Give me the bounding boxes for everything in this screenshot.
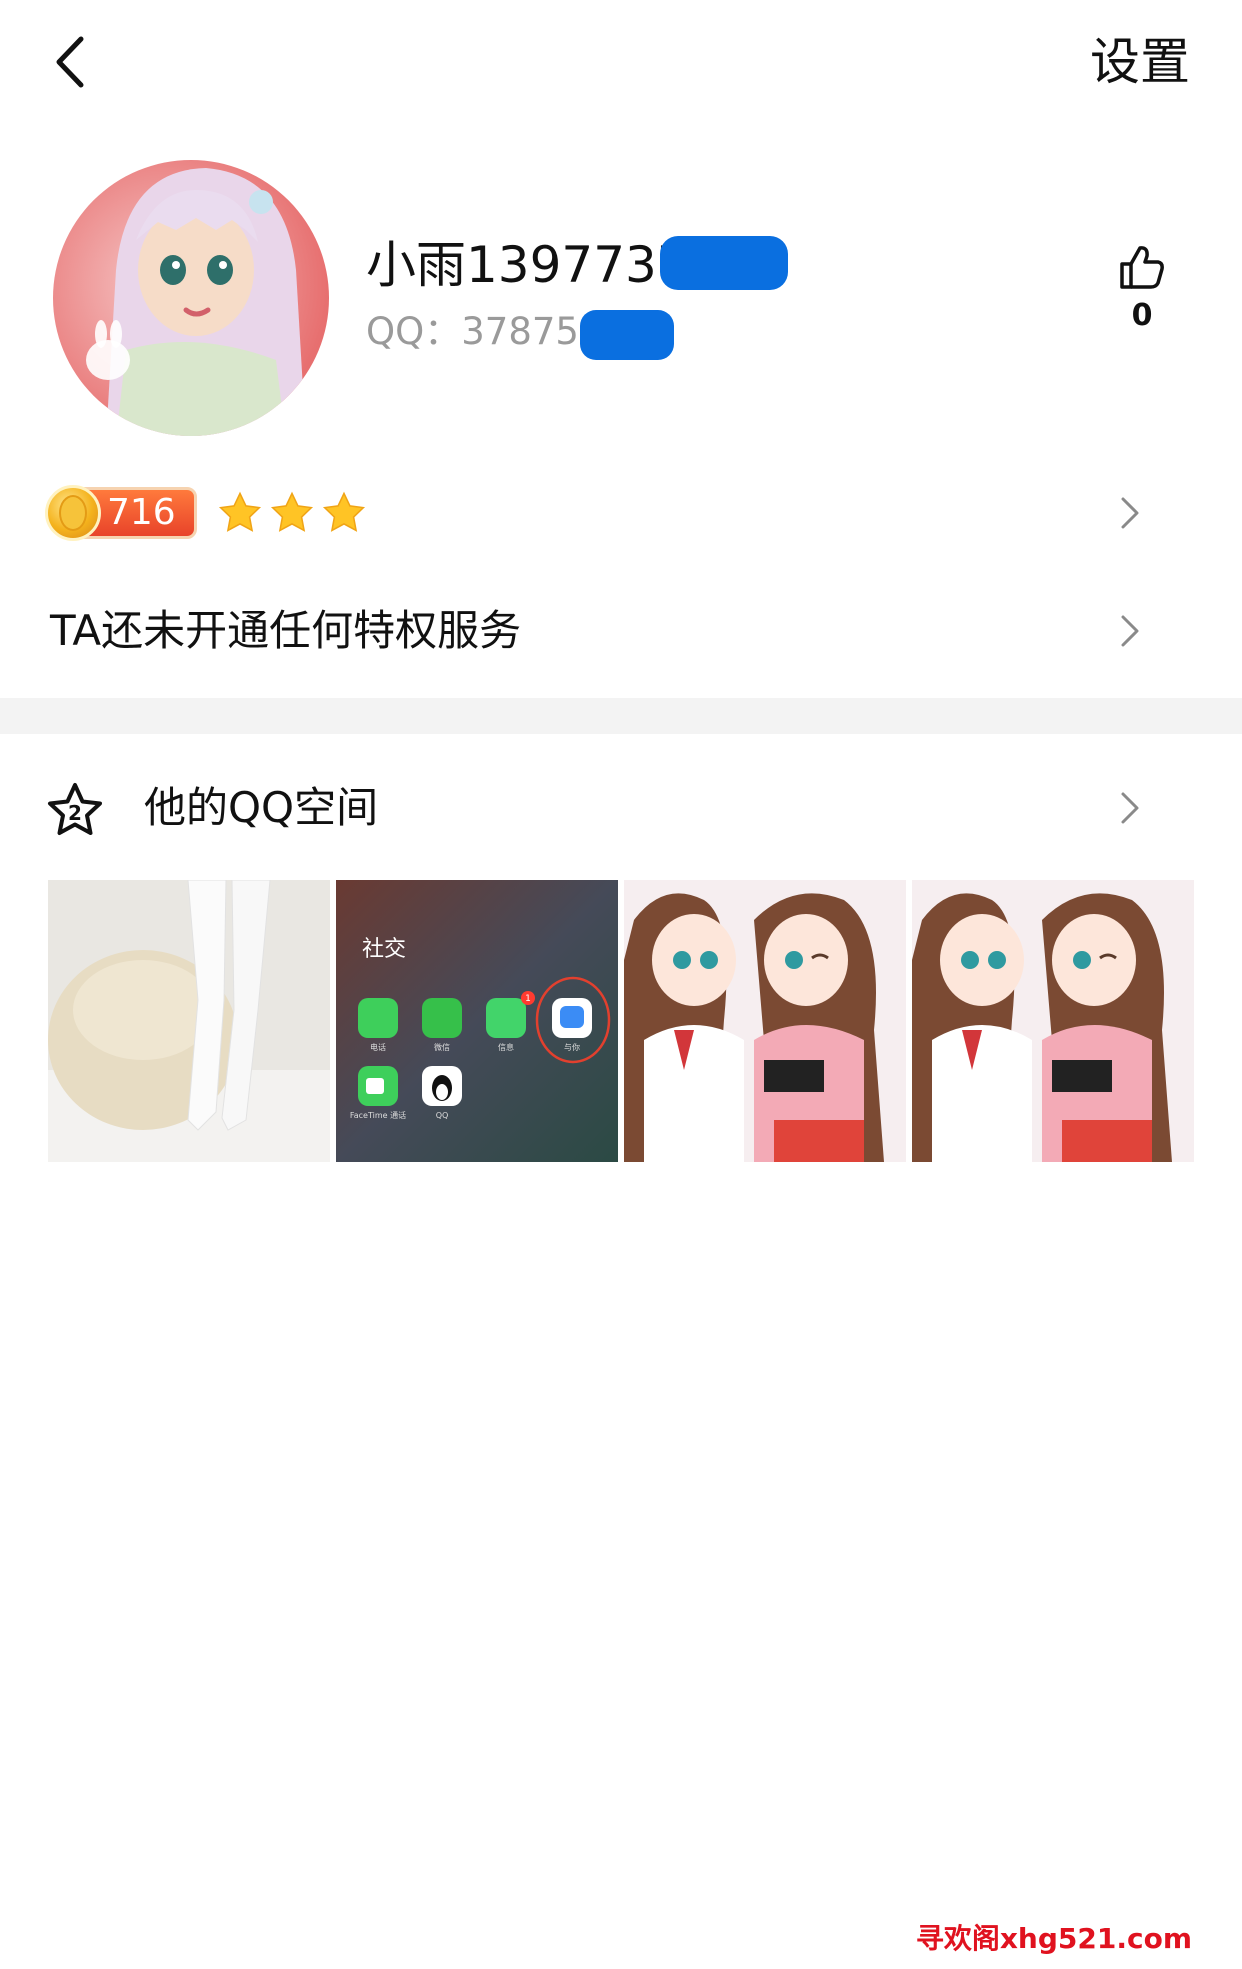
chevron-left-icon [56, 36, 84, 88]
redaction-mark [660, 236, 788, 290]
svg-text:FaceTime 通话: FaceTime 通话 [350, 1110, 406, 1120]
svg-text:电话: 电话 [370, 1042, 386, 1052]
avatar[interactable] [46, 150, 336, 440]
qzone-star-icon: 2 [48, 783, 102, 835]
photo-thumbnail[interactable] [912, 880, 1194, 1162]
thumbs-up-icon [1120, 246, 1164, 289]
qzone-row[interactable]: 2 他的QQ空间 [46, 770, 1196, 846]
profile-page: 设置 小雨1397737 QQ：378756 0 716 TA还未开通任何特权服… [0, 0, 1242, 1969]
star-icon [218, 491, 261, 532]
svg-text:QQ: QQ [436, 1111, 449, 1120]
nickname: 小雨1397737 [366, 236, 689, 294]
qzone-photo-strip: 社交 1 电话 微信 信息 与你 FaceTime 通话 QQ [48, 880, 1194, 1162]
coin-icon [45, 485, 101, 541]
section-divider [0, 698, 1242, 734]
svg-text:2: 2 [68, 801, 82, 825]
qq-number: QQ：378756 [366, 310, 603, 353]
qzone-label: 他的QQ空间 [144, 783, 379, 832]
photo-thumbnail[interactable]: 社交 1 电话 微信 信息 与你 FaceTime 通话 QQ [336, 880, 618, 1162]
level-row[interactable]: 716 [45, 478, 1196, 548]
level-badge: 716 [45, 485, 197, 541]
chevron-right-icon [1121, 792, 1139, 824]
svg-text:1: 1 [525, 994, 531, 1004]
watermark: 寻欢阁xhg521.com [915, 1922, 1192, 1955]
svg-text:与你: 与你 [564, 1042, 580, 1052]
settings-button[interactable]: 设置 [1090, 30, 1190, 94]
star-icon [270, 491, 313, 532]
chevron-right-icon [1121, 615, 1139, 647]
privilege-text: TA还未开通任何特权服务 [50, 606, 522, 655]
like-button[interactable]: 0 [1112, 244, 1172, 336]
folder-title: 社交 [362, 937, 406, 962]
svg-text:微信: 微信 [434, 1042, 450, 1052]
star-icon [322, 491, 365, 532]
privilege-row[interactable]: TA还未开通任何特权服务 [46, 596, 1196, 666]
svg-text:信息: 信息 [498, 1042, 514, 1052]
level-value: 716 [107, 492, 176, 533]
redaction-mark [580, 310, 674, 360]
like-count: 0 [1131, 298, 1153, 333]
photo-thumbnail[interactable] [48, 880, 330, 1162]
chevron-right-icon [1121, 497, 1139, 529]
back-button[interactable] [44, 30, 94, 94]
level-stars [217, 490, 367, 536]
photo-thumbnail[interactable] [624, 880, 906, 1162]
